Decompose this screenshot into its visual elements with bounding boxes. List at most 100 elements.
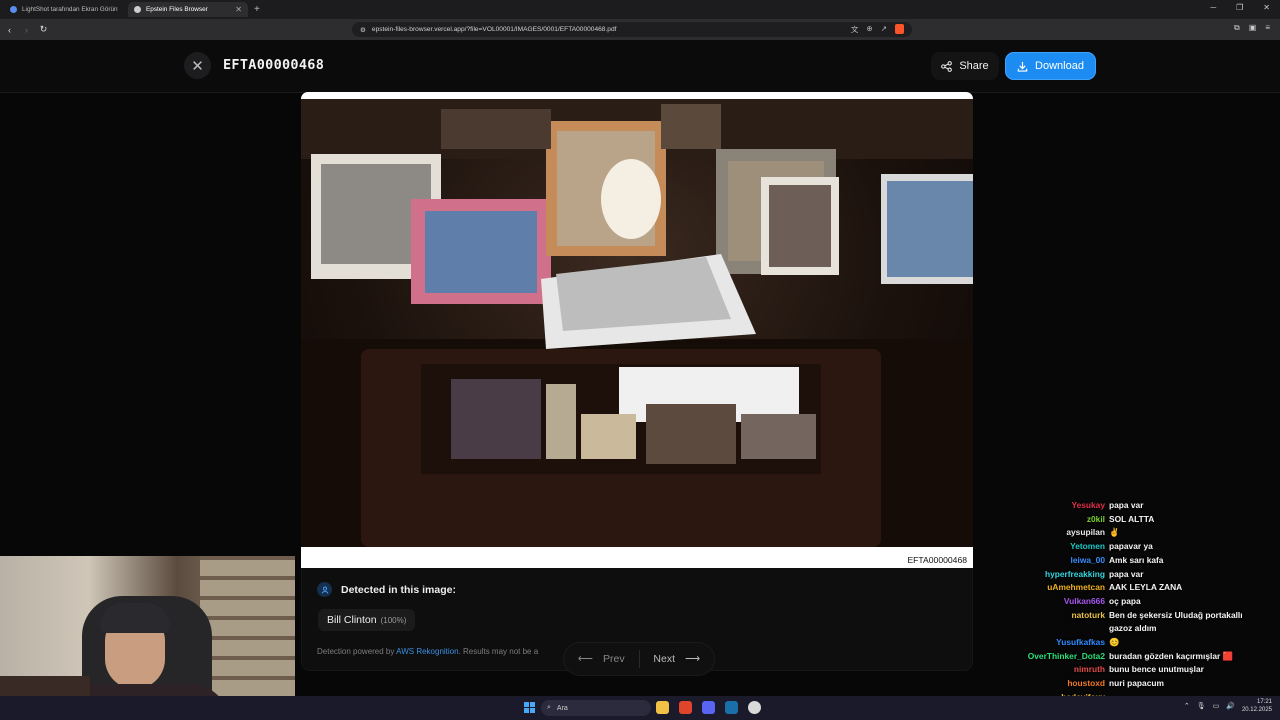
chat-text: buradan gözden kaçırmışlar 🟥 (1109, 650, 1233, 661)
chat-message: houstoxd nuri papacum (980, 677, 1270, 691)
person-chip[interactable]: Bill Clinton (100%) (318, 609, 416, 631)
tab-title: LightShot tarafından Ekran Görüntüs (22, 6, 118, 13)
arrow-left-icon: ⟵ (577, 653, 593, 665)
tab-favicon-icon (134, 6, 141, 13)
chat-username[interactable]: Yetomen (980, 540, 1105, 554)
chat-username[interactable]: Vulkan666 (980, 595, 1105, 609)
chat-message: Yetomen papavar ya (980, 540, 1270, 554)
document-page: EFTA00000468 (301, 92, 973, 568)
taskbar-apps (656, 701, 761, 714)
microphone-icon[interactable]: 🎙 (1197, 702, 1206, 710)
browser-tab-active[interactable]: Epstein Files Browser ✕ (128, 2, 248, 17)
extensions-icon[interactable]: ⧉ (1234, 23, 1240, 33)
prev-label: Prev (602, 653, 625, 665)
volume-icon[interactable]: 🔊 (1226, 702, 1235, 710)
chat-text: papa var (1109, 568, 1144, 579)
footer-prefix: Detection powered by (317, 647, 397, 656)
chat-username[interactable]: uAmehmetcan (980, 581, 1105, 595)
browser-tabbar: LightShot tarafından Ekran Görüntüs Epst… (0, 0, 1280, 19)
chat-message: hyperfreakking papa var (980, 568, 1270, 582)
detection-heading: Detected in this image: (317, 582, 456, 597)
chat-message: Yusufkafkas 😊 (980, 636, 1270, 650)
chat-message: z0kil SOL ALTTA (980, 513, 1270, 527)
file-explorer-icon[interactable] (656, 701, 669, 714)
back-icon[interactable]: ‹ (2, 25, 17, 35)
chat-username[interactable]: OverThinker_Dota2 (980, 650, 1105, 664)
chat-text: papavar ya (1109, 541, 1153, 552)
stream-chat: Yesukay papa var z0kil SOL ALTTA aysupilan ✌ Y… (980, 499, 1270, 705)
taskbar-search[interactable]: ⌕ Ara (541, 700, 651, 716)
chat-text: SOL ALTTA (1109, 513, 1155, 524)
share-page-icon[interactable]: ↗ (881, 24, 887, 35)
share-icon (941, 60, 953, 72)
translate-icon[interactable]: 文 (851, 24, 859, 35)
window-close-icon[interactable]: ✕ (1263, 3, 1270, 12)
tray-chevron-icon[interactable]: ⌃ (1184, 702, 1190, 710)
pagination: ⟵ Prev Next ⟶ (563, 642, 715, 676)
chat-message: uAmehmetcan AAK LEYLA ZANA (980, 581, 1270, 595)
chat-text: papa var (1109, 500, 1144, 510)
chat-username[interactable]: Yesukay (980, 499, 1105, 513)
tab-title: Epstein Files Browser (146, 6, 208, 13)
chat-message: nimruth bunu bence unutmuşlar (980, 663, 1270, 677)
chat-username[interactable]: aysupilan (980, 526, 1105, 540)
chat-text: nuri papacum (1109, 678, 1164, 689)
menu-icon[interactable]: ≡ (1265, 23, 1270, 33)
next-label: Next (653, 653, 676, 665)
chat-message: OverThinker_Dota2 buradan gözden kaçırmış… (980, 650, 1270, 664)
window-controls: ─ ❐ ✕ (1210, 3, 1270, 12)
obs-icon[interactable] (748, 701, 761, 714)
chat-text: Ben de şekersiz Uludağ portakallı gazoz … (1109, 609, 1243, 634)
zoom-icon[interactable]: ⊕ (866, 24, 872, 35)
new-tab-icon[interactable]: + (254, 4, 260, 15)
chat-message: aysupilan ✌ (980, 526, 1270, 540)
tab-close-icon[interactable]: ✕ (235, 5, 242, 14)
browser-tab[interactable]: LightShot tarafından Ekran Görüntüs (4, 2, 124, 17)
document-photo (301, 99, 973, 547)
forward-icon[interactable]: › (19, 25, 34, 35)
chat-text: oç papa (1109, 595, 1141, 606)
restore-icon[interactable]: ❐ (1236, 3, 1243, 12)
next-button[interactable]: Next ⟶ (640, 653, 715, 665)
windows-start-icon[interactable] (524, 702, 535, 713)
reload-icon[interactable]: ↻ (36, 24, 51, 35)
chat-message: Yesukay papa var (980, 499, 1270, 513)
site-info-icon[interactable]: ⚙ (360, 26, 366, 34)
clock-time: 17:21 (1256, 699, 1272, 705)
toolbar-right: ⧉ ▣ ≡ (1234, 23, 1270, 33)
chat-username[interactable]: houstoxd (980, 677, 1105, 691)
person-name: Bill Clinton (327, 614, 377, 626)
chat-username[interactable]: leiwa_00 (980, 554, 1105, 568)
brave-browser-icon[interactable] (679, 701, 692, 714)
download-icon (1017, 61, 1028, 72)
download-label: Download (1035, 60, 1084, 72)
download-button[interactable]: Download (1005, 52, 1096, 80)
chat-text: Amk sarı kafa (1109, 554, 1164, 565)
chat-message: Vulkan666 oç papa (980, 595, 1270, 609)
address-bar-actions: 文 ⊕ ↗ (851, 24, 904, 35)
close-icon: ✕ (191, 57, 204, 75)
aws-rekognition-link[interactable]: AWS Rekognition (396, 647, 458, 656)
brave-shield-icon[interactable] (895, 24, 904, 34)
share-button[interactable]: Share (931, 52, 999, 80)
prev-button[interactable]: ⟵ Prev (564, 653, 639, 665)
minimize-icon[interactable]: ─ (1210, 3, 1216, 12)
network-icon[interactable]: ▭ (1213, 702, 1220, 710)
discord-icon[interactable] (702, 701, 715, 714)
chat-username[interactable]: nimruth (980, 663, 1105, 677)
clock[interactable]: 17:21 20.12.2025 (1242, 698, 1272, 714)
close-viewer-button[interactable]: ✕ (184, 52, 211, 79)
chat-username[interactable]: z0kil (980, 513, 1105, 527)
chat-text: AAK LEYLA ZANA (1109, 582, 1183, 593)
steam-icon[interactable] (725, 701, 738, 714)
viewer-header: ✕ EFTA00000468 Share Download (0, 40, 1280, 93)
footer-suffix: . Results may not be a (458, 647, 539, 656)
chat-username[interactable]: natoturk (980, 609, 1106, 636)
sidebar-icon[interactable]: ▣ (1249, 23, 1257, 33)
chat-message: leiwa_00 Amk sarı kafa (980, 554, 1270, 568)
address-bar[interactable]: ⚙ epstein-files-browser.vercel.app/?file… (352, 22, 912, 37)
chat-username[interactable]: Yusufkafkas (980, 636, 1105, 650)
document-title: EFTA00000468 (223, 57, 325, 73)
chat-text: ✌ (1109, 527, 1120, 538)
chat-username[interactable]: hyperfreakking (980, 568, 1105, 582)
